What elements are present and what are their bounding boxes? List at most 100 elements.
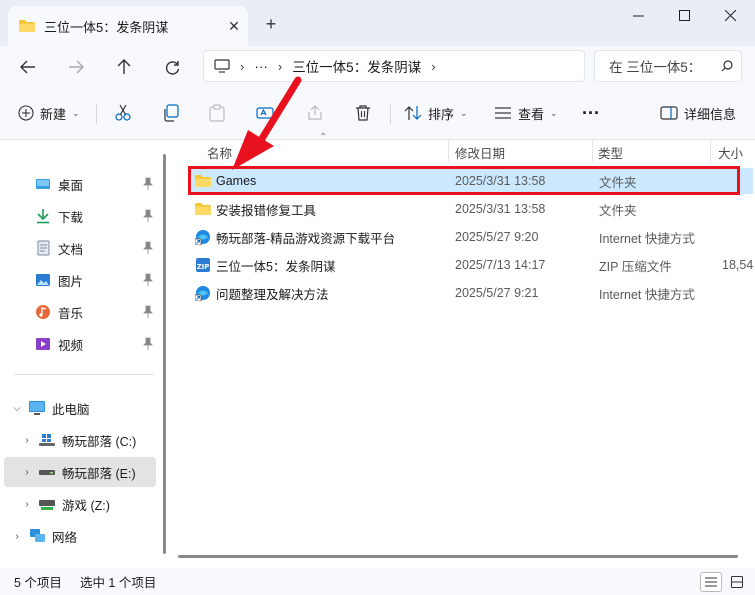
sort-label: 排序 <box>428 106 455 122</box>
breadcrumb-overflow[interactable]: ··· <box>254 59 268 74</box>
copy-icon <box>164 104 179 122</box>
sidebar-item-pictures[interactable]: 图片 <box>4 265 156 295</box>
file-row[interactable]: 安装报错修复工具 2025/3/31 13:58 文件夹 <box>188 196 753 222</box>
sidebar-item-documents[interactable]: 文档 <box>4 233 156 263</box>
divider <box>96 104 97 124</box>
pin-icon <box>143 177 153 190</box>
tab-current[interactable]: 三位一体5：发条阴谋 ✕ <box>8 6 248 46</box>
new-button[interactable]: 新建 ⌄ <box>18 98 80 128</box>
column-modified[interactable]: 修改日期 <box>455 143 505 162</box>
drive-icon <box>38 464 56 480</box>
refresh-icon <box>165 60 179 75</box>
scissors-icon <box>115 104 131 121</box>
file-type: Internet 快捷方式 <box>599 287 695 302</box>
tiles-view-button[interactable] <box>726 572 748 592</box>
chevron-right-icon[interactable]: › <box>20 435 34 446</box>
column-divider[interactable] <box>592 140 593 162</box>
column-size[interactable]: 大小 <box>718 143 743 162</box>
selected-count: 选中 1 个项目 <box>79 576 157 590</box>
file-row[interactable]: 问题整理及解决方法 2025/5/27 9:21 Internet 快捷方式 <box>188 280 753 306</box>
minimize-icon <box>632 15 644 16</box>
chevron-right-icon[interactable]: › <box>10 531 24 542</box>
network-drive-icon <box>38 496 56 512</box>
sidebar-item-this-pc[interactable]: ⌵ 此电脑 <box>4 393 156 423</box>
pin-icon <box>143 273 153 286</box>
minimize-button[interactable] <box>615 0 661 30</box>
folder-icon <box>194 201 212 217</box>
delete-button[interactable] <box>354 98 372 128</box>
sidebar-item-drive-c[interactable]: › 畅玩部落 (C:) <box>4 425 156 455</box>
details-view-button[interactable] <box>700 572 722 592</box>
sidebar-item-label: 畅玩部落 (E:) <box>62 466 136 481</box>
view-button[interactable]: 查看 ⌄ <box>494 98 558 128</box>
sidebar-scrollbar[interactable] <box>163 154 166 554</box>
sidebar-item-downloads[interactable]: 下载 <box>4 201 156 231</box>
chevron-down-icon[interactable]: ⌵ <box>10 403 24 414</box>
details-label: 详细信息 <box>684 106 737 122</box>
file-row[interactable]: ZIP 三位一体5：发条阴谋 2025/7/13 14:17 ZIP 压缩文件 … <box>188 252 753 278</box>
computer-icon <box>214 59 230 73</box>
file-type: Internet 快捷方式 <box>599 231 695 246</box>
chevron-down-icon: ⌄ <box>72 107 80 118</box>
chevron-right-icon[interactable]: › <box>20 499 34 510</box>
share-button[interactable] <box>306 98 324 128</box>
paste-button[interactable] <box>208 98 226 128</box>
sidebar-item-label: 音乐 <box>58 306 84 321</box>
sidebar-item-music[interactable]: 音乐 <box>4 297 156 327</box>
network-icon <box>28 528 46 544</box>
arrow-left-icon <box>20 60 35 74</box>
horizontal-scrollbar[interactable] <box>178 555 738 558</box>
search-icon <box>721 60 733 72</box>
column-divider[interactable] <box>710 140 711 162</box>
pin-icon <box>143 209 153 222</box>
sidebar-item-videos[interactable]: 视频 <box>4 329 156 359</box>
picture-icon <box>34 272 52 288</box>
file-modified: 2025/3/31 13:58 <box>455 202 546 216</box>
close-button[interactable] <box>707 0 753 30</box>
file-row[interactable]: 畅玩部落-精品游戏资源下载平台 2025/5/27 9:20 Internet … <box>188 224 753 250</box>
file-name: 三位一体5：发条阴谋 <box>216 259 336 274</box>
details-pane-icon <box>660 106 678 120</box>
windows-drive-icon <box>38 432 56 448</box>
back-button[interactable] <box>12 52 44 82</box>
status-bar: 5 个项目 选中 1 个项目 <box>0 568 755 595</box>
rename-button[interactable] <box>256 98 274 128</box>
maximize-button[interactable] <box>661 0 707 30</box>
more-options-icon: ··· <box>582 102 600 123</box>
sort-button[interactable]: 排序 ⌄ <box>404 98 468 128</box>
new-tab-button[interactable]: + <box>258 12 284 36</box>
up-button[interactable] <box>108 52 140 82</box>
more-button[interactable]: ··· <box>582 98 600 128</box>
refresh-button[interactable] <box>156 52 188 82</box>
view-label: 查看 <box>518 106 545 122</box>
pin-icon <box>143 241 153 254</box>
maximize-icon <box>678 9 690 21</box>
details-button[interactable]: 详细信息 <box>660 98 736 128</box>
file-modified: 2025/5/27 9:21 <box>455 286 539 300</box>
sidebar-item-drive-e[interactable]: › 畅玩部落 (E:) <box>4 457 156 487</box>
internet-shortcut-icon <box>194 229 212 245</box>
cut-button[interactable] <box>114 98 132 128</box>
command-bar: 新建 ⌄ 排序 ⌄ 查看 ⌄ ··· 详细信息 <box>0 86 755 140</box>
search-box[interactable]: 在 三位一体5： <box>594 50 742 82</box>
sidebar-item-drive-z[interactable]: › 游戏 (Z:) <box>4 489 156 519</box>
sidebar-item-label: 游戏 (Z:) <box>62 498 110 513</box>
highlight-box <box>188 166 740 195</box>
sidebar-item-label: 图片 <box>58 274 84 289</box>
copy-button[interactable] <box>162 98 180 128</box>
forward-button[interactable] <box>60 52 92 82</box>
column-type[interactable]: 类型 <box>598 143 623 162</box>
sidebar-item-network[interactable]: › 网络 <box>4 521 156 551</box>
column-divider[interactable] <box>448 140 449 162</box>
address-bar[interactable]: › ··· › 三位一体5：发条阴谋 › <box>203 50 585 82</box>
title-bar: 三位一体5：发条阴谋 ✕ + <box>0 0 755 46</box>
chevron-right-icon[interactable]: › <box>20 467 34 478</box>
tab-close-button[interactable]: ✕ <box>220 18 248 35</box>
file-modified: 2025/5/27 9:20 <box>455 230 539 244</box>
column-name[interactable]: 名称 <box>207 143 232 162</box>
sidebar-item-label: 桌面 <box>58 178 84 193</box>
folder-icon <box>19 20 35 32</box>
breadcrumb-current[interactable]: 三位一体5：发条阴谋 <box>292 56 421 76</box>
pin-icon <box>143 305 153 318</box>
sidebar-item-desktop[interactable]: 桌面 <box>4 169 156 199</box>
